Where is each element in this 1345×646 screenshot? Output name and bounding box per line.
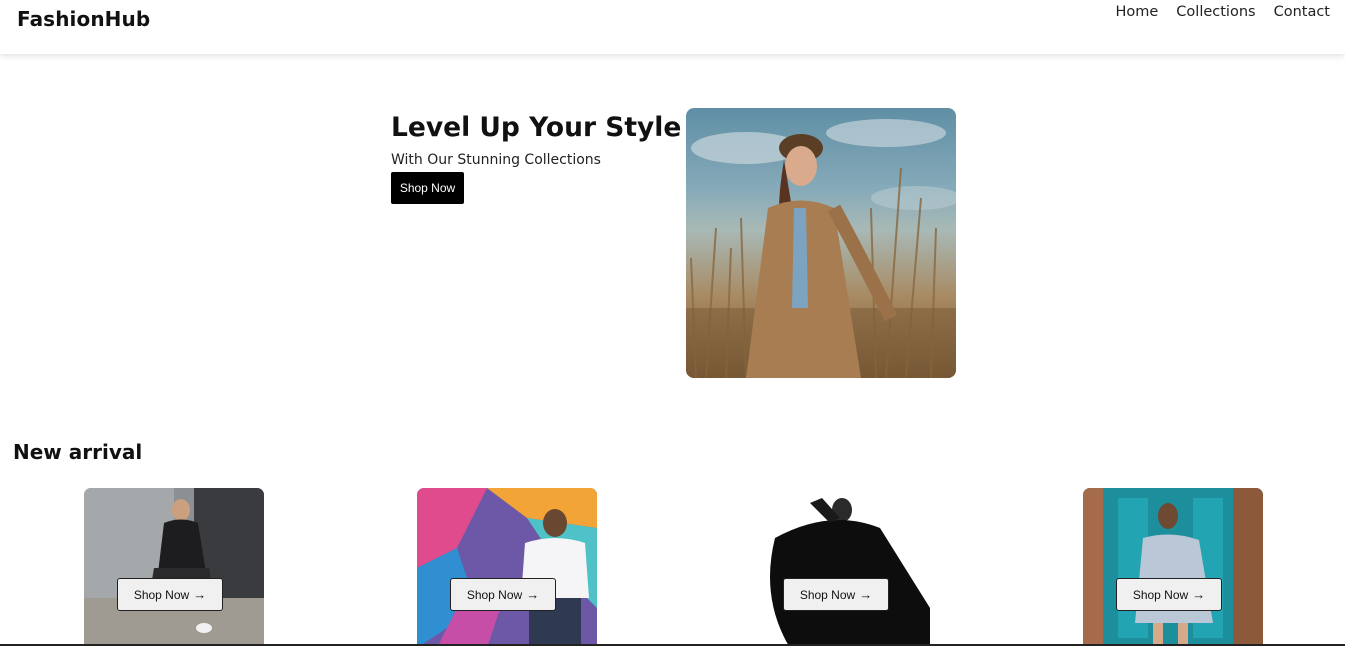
main-nav: Home Collections Contact bbox=[1115, 4, 1330, 20]
product-shop-now-button[interactable]: Shop Now → bbox=[783, 578, 889, 611]
product-shop-now-button[interactable]: Shop Now → bbox=[117, 578, 223, 611]
page: FashionHub Home Collections Contact Leve… bbox=[0, 0, 1345, 646]
product-image bbox=[84, 488, 264, 646]
shop-now-label: Shop Now bbox=[466, 587, 523, 602]
product-card[interactable]: Shop Now → bbox=[750, 488, 930, 646]
nav-contact[interactable]: Contact bbox=[1274, 4, 1330, 20]
brand-logo[interactable]: FashionHub bbox=[17, 7, 150, 31]
hero-title: Level Up Your Style bbox=[391, 112, 682, 143]
product-shop-now-button[interactable]: Shop Now → bbox=[450, 578, 556, 611]
shop-now-label: Shop Now bbox=[133, 587, 190, 602]
shop-now-label: Shop Now bbox=[1132, 587, 1189, 602]
hero-image-illustration bbox=[686, 119, 956, 378]
arrow-right-icon: → bbox=[1192, 587, 1206, 602]
product-image bbox=[750, 488, 930, 646]
top-navbar: FashionHub Home Collections Contact bbox=[0, 0, 1345, 54]
new-arrival-heading: New arrival bbox=[13, 440, 143, 464]
arrow-right-icon: → bbox=[859, 587, 873, 602]
arrow-right-icon: → bbox=[193, 587, 207, 602]
product-card[interactable]: Shop Now → bbox=[417, 488, 597, 646]
nav-collections[interactable]: Collections bbox=[1176, 4, 1255, 20]
product-image bbox=[1083, 488, 1263, 646]
product-card[interactable]: Shop Now → bbox=[84, 488, 264, 646]
hero-subtitle: With Our Stunning Collections bbox=[391, 152, 601, 168]
shop-now-label: Shop Now bbox=[799, 587, 856, 602]
arrow-right-icon: → bbox=[526, 587, 540, 602]
hero-shop-now-button[interactable]: Shop Now bbox=[391, 172, 464, 204]
product-card[interactable]: Shop Now → bbox=[1083, 488, 1263, 646]
product-image bbox=[417, 488, 597, 646]
nav-home[interactable]: Home bbox=[1115, 4, 1158, 20]
hero-image bbox=[686, 108, 956, 378]
product-shop-now-button[interactable]: Shop Now → bbox=[1116, 578, 1222, 611]
